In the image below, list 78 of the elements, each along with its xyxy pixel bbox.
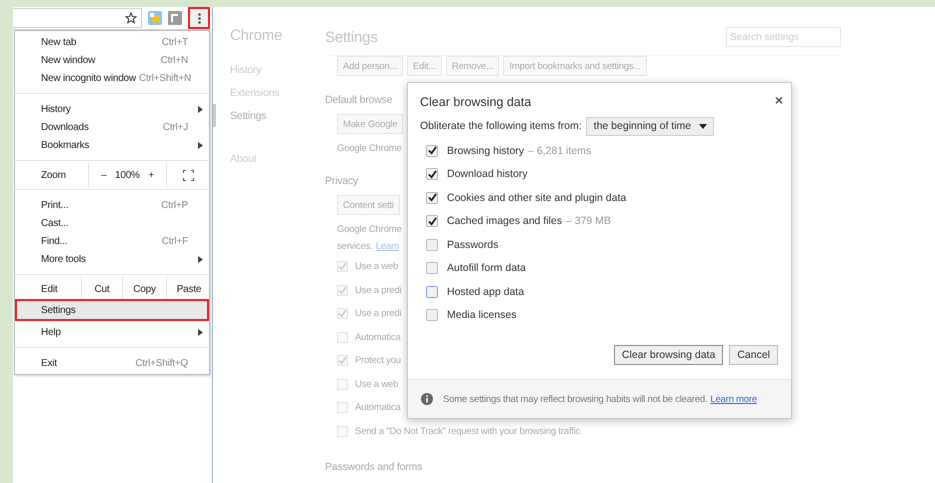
submenu-arrow-icon: [198, 142, 203, 148]
zoom-in-button[interactable]: +: [148, 170, 154, 180]
checkbox-label: Send a "Do Not Track" request with your browsing traffic: [355, 426, 580, 437]
menu-icon: [198, 12, 200, 24]
shortcut-label: Ctrl+Shift+Q: [135, 358, 188, 368]
menu-item[interactable]: New tab Ctrl+T: [15, 33, 209, 51]
range-label: Obliterate the following items from:: [420, 120, 582, 132]
description-text: services.: [337, 241, 373, 252]
option-label: Cached images and files: [447, 215, 562, 228]
section-heading: Privacy: [325, 175, 358, 187]
checkbox-label: Use a predi: [355, 308, 402, 320]
dialog-button[interactable]: Cancel: [729, 345, 778, 365]
option-label: Browsing history: [447, 144, 524, 157]
option-label: Hosted app data: [447, 286, 524, 298]
menu-item[interactable]: Find... Ctrl+F: [15, 232, 209, 250]
edit-action[interactable]: Cut: [94, 284, 110, 294]
fullscreen-icon[interactable]: [182, 170, 194, 180]
edit-label: Edit: [41, 284, 58, 294]
page-title: Settings: [325, 28, 378, 46]
menu-item[interactable]: More tools: [15, 250, 209, 268]
option-detail: – 6,281 items: [528, 144, 592, 157]
edit-action[interactable]: Paste: [176, 284, 202, 294]
option-label: Passwords: [447, 238, 498, 251]
shortcut-label: Ctrl+F: [162, 236, 188, 246]
close-button[interactable]: ×: [774, 93, 783, 107]
menu-item[interactable]: Settings: [15, 299, 209, 321]
zoom-label: Zoom: [41, 170, 66, 180]
submenu-arrow-icon: [198, 328, 203, 336]
shortcut-label: Ctrl+N: [160, 54, 188, 66]
checkbox-label: Protect you: [355, 355, 401, 366]
footer-note: Some settings that may reflect browsing habits will not be cleared. Learn more: [443, 394, 757, 404]
option-label: Cookies and other site and plugin data: [447, 192, 626, 204]
dialog-button[interactable]: Clear browsing data: [614, 345, 724, 365]
option-label: Autofill form data: [447, 262, 526, 274]
menu-item[interactable]: New incognito window Ctrl+Shift+N: [15, 69, 209, 87]
zoom-out-button[interactable]: –: [101, 170, 106, 180]
submenu-arrow-icon: [198, 106, 203, 112]
checkbox-label: Automatica: [355, 402, 401, 414]
check-icon: [338, 286, 347, 295]
checkbox-label: Automatica: [355, 332, 401, 343]
menu-item[interactable]: Print... Ctrl+P: [15, 196, 209, 214]
check-icon: [338, 356, 347, 366]
option-detail: – 379 MB: [566, 215, 611, 228]
check-icon: [338, 309, 347, 318]
option-label: Media licenses: [447, 309, 516, 322]
check-icon: [338, 262, 347, 272]
section-heading: Default browse: [325, 94, 392, 106]
extension-icon[interactable]: [148, 11, 162, 25]
menu-item[interactable]: Bookmarks: [15, 136, 209, 154]
checkbox-label: Use a web: [355, 261, 398, 272]
section-heading: Passwords and forms: [325, 461, 422, 473]
extension-icon[interactable]: [168, 11, 182, 25]
caret-icon: [699, 124, 708, 128]
description-text: Google Chrome: [337, 224, 402, 235]
info-icon: [421, 393, 433, 405]
zoom-level: 100%: [114, 170, 140, 180]
description-text: Google Chrome: [337, 143, 402, 154]
shortcut-label: Ctrl+P: [161, 200, 188, 210]
menu-item[interactable]: Exit Ctrl+Shift+Q: [15, 354, 209, 372]
menu-item[interactable]: Downloads Ctrl+J: [15, 118, 209, 136]
shortcut-label: Ctrl+T: [162, 36, 188, 48]
dialog-title: Clear browsing data: [420, 95, 532, 111]
shortcut-label: Ctrl+J: [162, 122, 188, 132]
shortcut-label: Ctrl+Shift+N: [138, 72, 192, 84]
menu-item[interactable]: Help: [15, 323, 209, 341]
option-label: Download history: [447, 168, 528, 180]
checkbox-label: Use a predi: [355, 284, 402, 296]
checkbox-label: Use a web: [355, 378, 398, 390]
app-title: Chrome: [229, 27, 284, 44]
menu-item[interactable]: Cast...: [15, 214, 209, 232]
star-icon[interactable]: [125, 12, 137, 24]
learn-more-link[interactable]: Learn more: [710, 394, 757, 404]
time-range-dropdown[interactable]: the beginning of time: [586, 116, 714, 136]
menu-item[interactable]: New window Ctrl+N: [15, 51, 209, 69]
menu-button[interactable]: [188, 7, 210, 29]
menu-item[interactable]: History: [15, 100, 209, 118]
submenu-arrow-icon: [198, 256, 203, 262]
edit-action[interactable]: Copy: [133, 284, 156, 294]
